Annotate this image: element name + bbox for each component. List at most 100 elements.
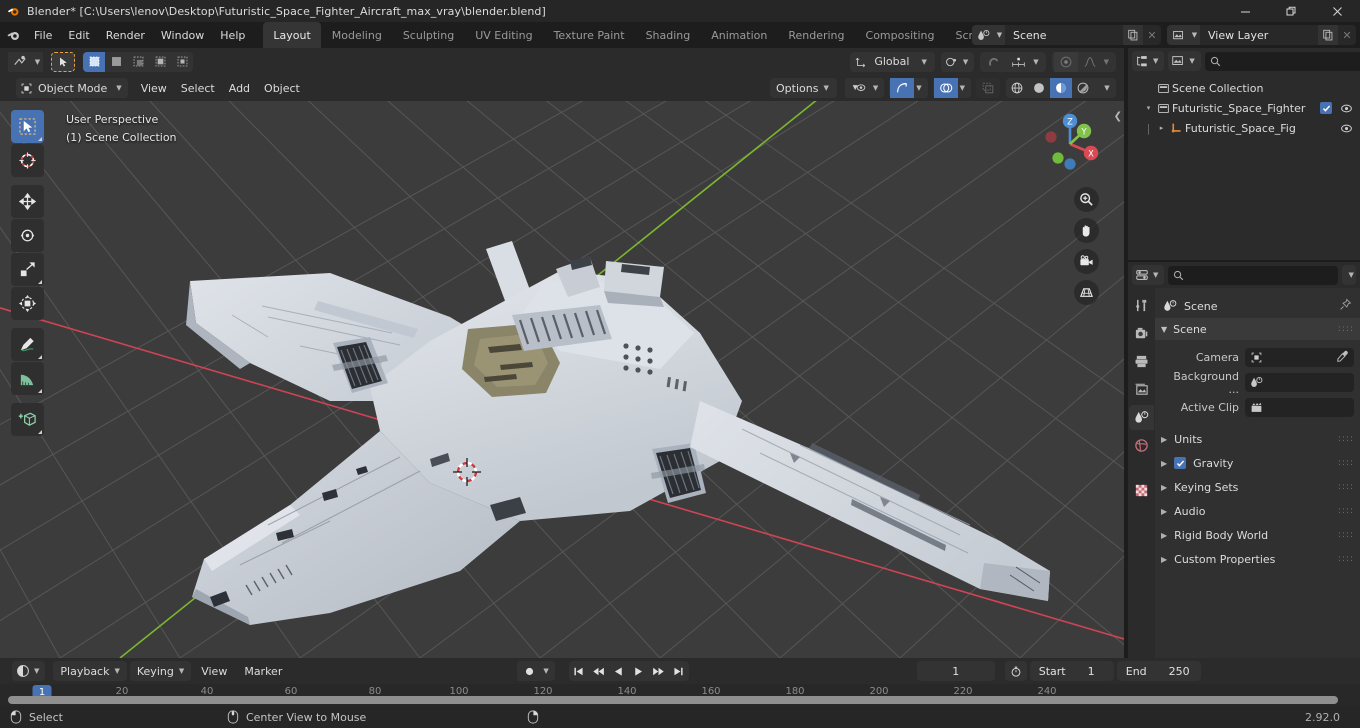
drag-handle-icon[interactable]: :::: [1338, 506, 1354, 516]
disclosure-closed-icon[interactable]: ▶ [1161, 483, 1167, 492]
properties-type-chevron-down-icon[interactable]: ▼ [1153, 271, 1158, 279]
properties-editor-type[interactable]: ▼ [1132, 265, 1165, 285]
panel-keying-sets[interactable]: ▶ Keying Sets :::: [1155, 475, 1360, 499]
shading-solid-icon[interactable] [1028, 78, 1050, 98]
add-cube-tool[interactable] [11, 403, 44, 436]
tweak-select-tool[interactable] [11, 110, 44, 143]
drag-handle-icon[interactable]: :::: [1338, 554, 1354, 564]
select-extend-icon[interactable] [105, 52, 127, 72]
workspace-tab-uv-editing[interactable]: UV Editing [465, 22, 542, 48]
scale-tool[interactable] [11, 253, 44, 286]
timeline-menu-marker[interactable]: Marker [237, 661, 289, 681]
select-set-icon[interactable] [83, 51, 105, 72]
zoom-icon[interactable] [1074, 187, 1099, 212]
playback-menu[interactable]: Playback ▼ [53, 661, 127, 681]
properties-tab-scene[interactable] [1129, 405, 1154, 430]
eyedropper-icon[interactable] [1336, 350, 1349, 366]
new-view-layer-button[interactable] [1318, 25, 1338, 45]
panel-units[interactable]: ▶ Units :::: [1155, 427, 1360, 451]
show-overlays-icon[interactable] [933, 78, 958, 98]
drag-handle-icon[interactable]: :::: [1338, 458, 1354, 468]
current-frame-field[interactable]: 1 [916, 661, 995, 681]
properties-tab-world[interactable] [1129, 433, 1154, 458]
view-layer-chevron-down-icon[interactable]: ▼ [1189, 25, 1200, 45]
display-mode-chevron-down-icon[interactable]: ▼ [1189, 57, 1194, 65]
background-scene-field[interactable] [1245, 373, 1354, 392]
3d-viewport[interactable]: User Perspective (1) Scene Collection Z … [0, 101, 1124, 658]
playback-chevron-down-icon[interactable]: ▼ [114, 667, 119, 675]
auto-keying-chevron-down-icon[interactable]: ▼ [543, 667, 548, 675]
falloff-chevron-down-icon[interactable]: ▼ [1104, 58, 1109, 66]
editor-type-icon[interactable] [8, 51, 32, 72]
object-mode-selector[interactable]: Object Mode ▼ [16, 78, 128, 98]
visibility-controls[interactable]: ▼ [844, 78, 885, 98]
timeline-ruler[interactable]: 20 40 60 80 100 120 140 160 180 200 220 … [0, 684, 1360, 706]
visibility-eye-icon[interactable] [1338, 102, 1354, 115]
xray-toggle-icon[interactable] [976, 78, 1000, 98]
timeline-type-chevron-down-icon[interactable]: ▼ [34, 667, 39, 675]
pan-hand-icon[interactable] [1074, 218, 1099, 243]
properties-tab-view-layer[interactable] [1129, 377, 1154, 402]
outliner-panel[interactable]: Scene Collection ▾ Futuristic_Space_Figh… [1128, 74, 1360, 260]
workspace-tab-rendering[interactable]: Rendering [778, 22, 854, 48]
workspace-tab-modeling[interactable]: Modeling [322, 22, 392, 48]
sidebar-collapse-icon[interactable]: ❮ [1114, 111, 1122, 122]
select-subtract-icon[interactable] [127, 52, 149, 72]
workspace-tab-texture-paint[interactable]: Texture Paint [544, 22, 635, 48]
scene-panel-header[interactable]: ▼ Scene :::: [1155, 318, 1360, 340]
shading-material-preview-icon[interactable] [1050, 78, 1072, 98]
menu-window[interactable]: Window [153, 25, 212, 45]
properties-search-input[interactable] [1168, 265, 1339, 285]
shading-wireframe-icon[interactable] [1006, 78, 1028, 98]
move-tool[interactable] [11, 185, 44, 218]
pivot-point-selector[interactable]: ▼ [940, 51, 975, 72]
drag-handle-icon[interactable]: :::: [1338, 434, 1354, 444]
disclosure-closed-icon[interactable]: ▶ [1161, 531, 1167, 540]
toggle-ortho-grid-icon[interactable] [1074, 280, 1099, 305]
play-button[interactable] [629, 661, 649, 681]
workspace-tab-compositing[interactable]: Compositing [856, 22, 945, 48]
workspace-tab-animation[interactable]: Animation [701, 22, 777, 48]
viewport-menu-object[interactable]: Object [257, 78, 307, 98]
camera-icon[interactable] [1074, 249, 1099, 274]
active-clip-field[interactable] [1245, 398, 1354, 417]
jump-to-end-button[interactable] [669, 661, 689, 681]
properties-tab-texture[interactable] [1129, 478, 1154, 503]
disclosure-closed-icon[interactable]: ▸ [1155, 124, 1168, 132]
drag-handle-icon[interactable]: :::: [1338, 530, 1354, 540]
snap-magnet-icon[interactable] [982, 51, 1007, 72]
transform-tool[interactable] [11, 287, 44, 320]
measure-tool[interactable] [11, 362, 44, 395]
camera-field[interactable] [1245, 348, 1354, 367]
viewport-menu-add[interactable]: Add [222, 78, 257, 98]
outliner-row-futuristic-space-fig[interactable]: | ▸ Futuristic_Space_Fig [1128, 118, 1360, 138]
navigation-gizmo[interactable]: Z Y X [1032, 106, 1108, 182]
use-preview-range-icon[interactable] [1004, 661, 1027, 681]
properties-options-chevron-down-icon[interactable]: ▼ [1342, 265, 1356, 285]
drag-handle-icon[interactable]: :::: [1338, 324, 1354, 334]
properties-tab-render[interactable] [1129, 321, 1154, 346]
disclosure-closed-icon[interactable]: ▶ [1161, 435, 1167, 444]
keying-menu[interactable]: Keying ▼ [129, 661, 192, 681]
auto-keying-controls[interactable]: ▼ [517, 661, 555, 681]
blender-menu-icon[interactable] [0, 22, 26, 48]
editor-type-selector[interactable]: ▼ [8, 51, 43, 72]
restore-button[interactable] [1268, 0, 1314, 22]
properties-tab-output[interactable] [1129, 349, 1154, 374]
panel-custom-properties[interactable]: ▶ Custom Properties :::: [1155, 547, 1360, 571]
disclosure-closed-icon[interactable]: ▶ [1161, 507, 1167, 516]
snapping-controls[interactable]: ▼ [980, 51, 1046, 72]
view-layer-name[interactable]: View Layer [1200, 25, 1318, 45]
workspace-tab-layout[interactable]: Layout [263, 22, 321, 48]
record-icon[interactable] [518, 661, 542, 681]
viewport-menu-select[interactable]: Select [174, 78, 222, 98]
timeline-scrollbar[interactable] [8, 696, 1338, 704]
options-dropdown[interactable]: Options ▼ [769, 78, 837, 98]
select-intersect-icon[interactable] [171, 52, 193, 72]
menu-render[interactable]: Render [98, 25, 153, 45]
tweak-tool-button[interactable] [51, 51, 75, 72]
pin-icon[interactable] [1339, 298, 1352, 314]
overlay-controls[interactable]: ▼ [932, 78, 971, 98]
drag-handle-icon[interactable]: :::: [1338, 482, 1354, 492]
outliner-display-mode[interactable]: ▼ [1168, 51, 1201, 71]
